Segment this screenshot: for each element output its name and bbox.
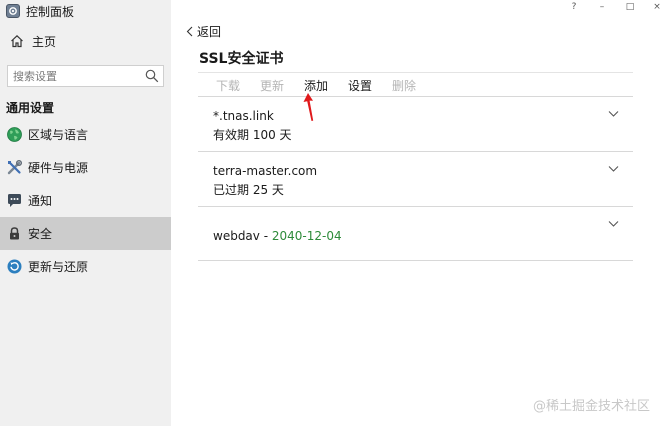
message-icon (8, 194, 21, 207)
home-icon (11, 34, 23, 48)
sidebar: 控制面板 主页 通用设置 区域与语言 (0, 0, 171, 426)
sidebar-item-label: 硬件与电源 (28, 161, 89, 175)
tools-icon (7, 160, 22, 175)
control-panel-icon (6, 4, 20, 18)
certificate-status: 有效期 100 天 (213, 128, 292, 142)
sidebar-item-region-language[interactable]: 区域与语言 (0, 118, 171, 151)
certificate-item[interactable]: *.tnas.link 有效期 100 天 (198, 97, 633, 152)
sidebar-item-hardware-power[interactable]: 硬件与电源 (0, 151, 171, 184)
sidebar-item-label: 更新与还原 (28, 260, 89, 274)
close-button[interactable]: × (645, 0, 669, 14)
certificate-expiry-date: 2040-12-04 (271, 229, 342, 243)
certificate-name: webdav (213, 229, 260, 243)
certificate-list: *.tnas.link 有效期 100 天 terra-master.com 已… (198, 96, 633, 261)
maximize-button[interactable]: □ (618, 0, 642, 14)
globe-icon (7, 127, 22, 142)
sidebar-item-home[interactable]: 主页 (0, 28, 171, 54)
sidebar-item-label: 通知 (28, 194, 53, 208)
watermark: @稀土掘金技术社区 (533, 395, 650, 414)
lock-icon (10, 227, 19, 240)
search-input[interactable] (8, 69, 142, 83)
back-button[interactable]: 返回 (186, 23, 221, 39)
back-label: 返回 (197, 24, 222, 39)
home-label: 主页 (32, 34, 57, 49)
watermark-text: @稀土掘金技术社区 (533, 399, 651, 414)
annotation-arrow-icon (303, 93, 314, 121)
chevron-down-icon[interactable] (608, 220, 619, 228)
certificate-item[interactable]: terra-master.com 已过期 25 天 (198, 152, 633, 207)
section-heading: 通用设置 (6, 101, 55, 115)
chevron-down-icon[interactable] (608, 110, 619, 118)
sidebar-item-update-restore[interactable]: 更新与还原 (0, 250, 171, 283)
certificate-name: *.tnas.link (213, 109, 274, 123)
app-title: 控制面板 (6, 2, 74, 20)
certificate-item[interactable]: webdav - 2040-12-04 (198, 207, 633, 261)
help-button[interactable]: ? (562, 0, 586, 14)
update-icon (7, 259, 22, 274)
download-button[interactable]: 下载 (216, 77, 240, 94)
delete-button[interactable]: 删除 (392, 77, 416, 94)
chevron-down-icon[interactable] (608, 165, 619, 173)
sidebar-item-label: 安全 (28, 227, 53, 241)
certificate-status: 已过期 25 天 (213, 183, 284, 197)
toolbar: 下载 更新 添加 设置 删除 (198, 74, 633, 96)
certificate-line: webdav - 2040-12-04 (213, 229, 342, 243)
certificate-name: terra-master.com (213, 164, 318, 178)
chevron-left-icon (186, 26, 193, 36)
settings-button[interactable]: 设置 (348, 77, 372, 94)
sidebar-item-security[interactable]: 安全 (0, 217, 171, 250)
search-box (7, 65, 164, 87)
search-icon[interactable] (145, 69, 159, 83)
minimize-button[interactable]: – (590, 0, 614, 14)
app-title-text: 控制面板 (26, 4, 75, 19)
toolbar-divider (198, 72, 633, 73)
page-title: SSL安全证书 (199, 51, 284, 67)
certificate-separator: - (259, 229, 272, 243)
update-button[interactable]: 更新 (260, 77, 284, 94)
sidebar-item-notifications[interactable]: 通知 (0, 184, 171, 217)
sidebar-item-label: 区域与语言 (28, 128, 89, 142)
